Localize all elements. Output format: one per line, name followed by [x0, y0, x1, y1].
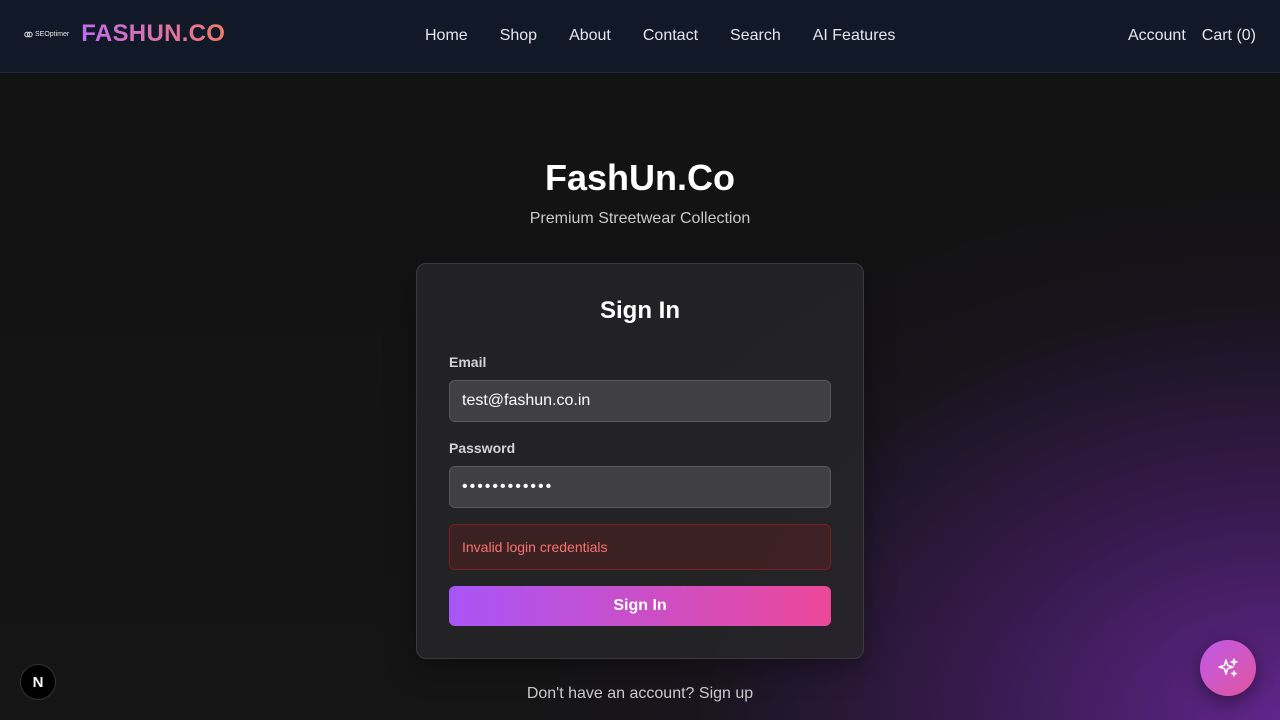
error-alert: Invalid login credentials	[449, 524, 831, 570]
cart-link[interactable]: Cart (0)	[1202, 27, 1256, 45]
seoptimer-logo[interactable]: SEOptimer	[24, 30, 69, 39]
nextjs-dev-badge[interactable]: N	[20, 664, 56, 700]
link-icon	[24, 31, 33, 37]
nav-shop[interactable]: Shop	[500, 27, 537, 45]
sign-in-title: Sign In	[600, 297, 680, 324]
signup-link[interactable]: Don't have an account? Sign up	[527, 685, 753, 702]
email-value: test@fashun.co.in	[462, 392, 591, 409]
ai-assistant-button[interactable]	[1200, 640, 1256, 696]
brand-logo-link[interactable]: FASHUN.CO	[81, 20, 225, 48]
nav-about[interactable]: About	[569, 27, 611, 45]
sign-in-card: Sign In Email test@fashun.co.in Password…	[416, 263, 864, 659]
account-nav: Account Cart (0)	[1128, 0, 1256, 72]
account-link[interactable]: Account	[1128, 27, 1186, 45]
signup-prompt: Don't have an account? Sign up	[0, 685, 1280, 703]
main-nav: Home Shop About Contact Search AI Featur…	[425, 0, 895, 72]
email-label: Email	[449, 354, 487, 370]
top-navbar: SEOptimer FASHUN.CO Home Shop About Cont…	[0, 0, 1280, 73]
password-value: ••••••••••••	[462, 478, 554, 495]
page-title: FashUn.Co	[544, 157, 735, 198]
page-subtitle: Premium Streetwear Collection	[529, 210, 751, 227]
nav-ai-features[interactable]: AI Features	[813, 27, 896, 45]
seoptimer-logo-text: SEOptimer	[35, 30, 70, 38]
nav-contact[interactable]: Contact	[643, 27, 698, 45]
next-logo-icon: N	[32, 673, 44, 691]
sign-in-button[interactable]: Sign In	[449, 586, 831, 626]
nav-search[interactable]: Search	[730, 27, 781, 45]
email-field[interactable]: test@fashun.co.in	[449, 380, 831, 422]
nav-home[interactable]: Home	[425, 27, 468, 45]
error-message: Invalid login credentials	[462, 539, 608, 555]
sparkles-icon	[1218, 658, 1238, 677]
password-field[interactable]: ••••••••••••	[449, 466, 831, 508]
brand: SEOptimer FASHUN.CO	[24, 20, 225, 48]
password-label: Password	[449, 440, 516, 456]
